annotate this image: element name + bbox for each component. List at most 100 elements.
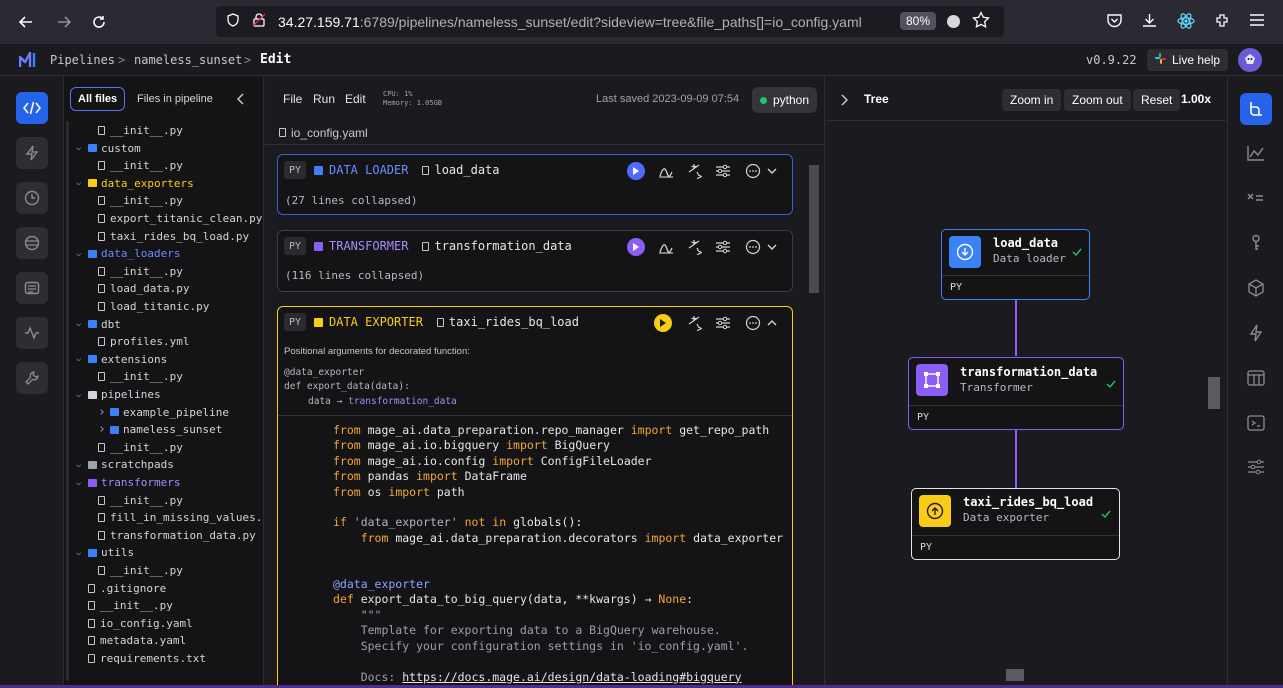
- editor-scrollbar[interactable]: [807, 149, 821, 685]
- block-data-exporter[interactable]: PY DATA EXPORTER taxi_rides_bq_load Posi…: [277, 306, 793, 688]
- chevron-down-icon[interactable]: ⌵: [76, 548, 88, 558]
- chart-icon[interactable]: [658, 163, 674, 179]
- avatar[interactable]: [1238, 48, 1262, 72]
- back-icon[interactable]: [12, 8, 40, 36]
- breadcrumb-pipelines[interactable]: Pipelines: [50, 53, 115, 67]
- folder-item[interactable]: ⌵ data_loaders: [76, 245, 180, 262]
- chevron-down-icon[interactable]: [766, 163, 782, 179]
- file-item[interactable]: fill_in_missing_values.py: [98, 509, 263, 526]
- open-file-name[interactable]: io_config.yaml: [291, 126, 368, 140]
- reader-icon[interactable]: [947, 15, 960, 28]
- chevron-right-icon[interactable]: ›: [98, 422, 110, 437]
- file-item[interactable]: metadata.yaml: [88, 632, 186, 649]
- folder-item[interactable]: ⌵ utils: [76, 544, 134, 561]
- secrets-key-icon[interactable]: [1240, 227, 1272, 259]
- pocket-icon[interactable]: [1106, 12, 1123, 34]
- url-bar[interactable]: 34.27.159.71:6789/pipelines/nameless_sun…: [216, 6, 1004, 37]
- settings-sliders-icon[interactable]: [1240, 451, 1272, 483]
- block-settings-cube-icon[interactable]: [1240, 272, 1272, 304]
- chevron-down-icon[interactable]: ⌵: [76, 178, 88, 188]
- folder-item[interactable]: ⌵ extensions: [76, 351, 167, 368]
- download-icon[interactable]: [1141, 12, 1158, 34]
- mage-logo-icon[interactable]: [18, 51, 39, 71]
- breadcrumb-pipeline-name[interactable]: nameless_sunset: [134, 53, 242, 67]
- block-name[interactable]: load_data: [434, 163, 499, 177]
- runs-clock-icon[interactable]: [16, 182, 48, 214]
- more-options-icon[interactable]: [745, 239, 761, 255]
- extensions-icon[interactable]: [1214, 12, 1231, 34]
- bookmark-star-icon[interactable]: [972, 10, 990, 34]
- collapse-panel-chevron-icon[interactable]: [236, 92, 246, 110]
- file-item[interactable]: __init__.py: [98, 122, 183, 139]
- file-item[interactable]: __init__.py: [98, 192, 183, 209]
- file-item[interactable]: __init__.py: [98, 562, 183, 579]
- block-name[interactable]: taxi_rides_bq_load: [449, 315, 579, 329]
- settings-wrench-icon[interactable]: [16, 362, 48, 394]
- monitor-pulse-icon[interactable]: [16, 317, 48, 349]
- chevron-down-icon[interactable]: [766, 239, 782, 255]
- kernel-status-button[interactable]: python: [752, 87, 818, 113]
- chevron-down-icon[interactable]: ⌵: [76, 319, 88, 329]
- menu-run[interactable]: Run: [313, 92, 335, 106]
- logs-terminal-icon[interactable]: [16, 272, 48, 304]
- file-item[interactable]: load_titanic.py: [98, 298, 209, 315]
- chevron-down-icon[interactable]: ⌵: [76, 390, 88, 400]
- settings-sliders-icon[interactable]: [715, 315, 731, 331]
- zoom-out-button[interactable]: Zoom out: [1064, 89, 1131, 111]
- file-item[interactable]: io_config.yaml: [88, 615, 193, 632]
- folder-item[interactable]: ⌵ transformers: [76, 474, 180, 491]
- terminal-icon[interactable]: [1240, 407, 1272, 439]
- ai-sparkle-icon[interactable]: [686, 239, 703, 256]
- block-transformer[interactable]: PY TRANSFORMER transformation_data (116 …: [277, 230, 793, 292]
- charts-icon[interactable]: [1240, 137, 1272, 169]
- hamburger-menu-icon[interactable]: [1249, 13, 1265, 32]
- variables-icon[interactable]: [1240, 182, 1272, 214]
- file-item[interactable]: __init__.py: [88, 597, 173, 614]
- chevron-up-icon[interactable]: [766, 315, 782, 331]
- more-options-icon[interactable]: [745, 163, 761, 179]
- file-item[interactable]: __init__.py: [98, 439, 183, 456]
- folder-item[interactable]: ⌵ pipelines: [76, 386, 161, 403]
- settings-sliders-icon[interactable]: [715, 239, 731, 255]
- block-name[interactable]: transformation_data: [434, 239, 571, 253]
- tab-all-files[interactable]: All files: [70, 87, 126, 111]
- file-item[interactable]: __init__.py: [98, 263, 183, 280]
- menu-file[interactable]: File: [283, 92, 302, 106]
- chart-icon[interactable]: [658, 239, 674, 255]
- tree-vertical-scrollbar[interactable]: [1206, 121, 1222, 667]
- zoom-badge[interactable]: 80%: [900, 12, 937, 30]
- reset-button[interactable]: Reset: [1133, 89, 1181, 111]
- settings-sliders-icon[interactable]: [715, 163, 731, 179]
- file-item[interactable]: load_data.py: [98, 280, 189, 297]
- table-icon[interactable]: [1240, 362, 1272, 394]
- triggers-lightning-icon[interactable]: [1240, 317, 1272, 349]
- file-tree-scrollbar[interactable]: [66, 121, 69, 681]
- more-options-icon[interactable]: [745, 315, 761, 331]
- tab-files-in-pipeline[interactable]: Files in pipeline: [130, 87, 220, 111]
- folder-item[interactable]: › example_pipeline: [98, 404, 229, 421]
- live-help-button[interactable]: Live help: [1147, 49, 1229, 71]
- chevron-down-icon[interactable]: ⌵: [76, 249, 88, 259]
- menu-edit[interactable]: Edit: [345, 92, 366, 106]
- run-block-button[interactable]: [627, 162, 645, 180]
- file-item[interactable]: .gitignore: [88, 580, 166, 597]
- tree-node-transformation-data[interactable]: transformation_data Transformer PY: [908, 357, 1124, 430]
- ai-sparkle-icon[interactable]: [686, 163, 703, 180]
- run-block-button[interactable]: [627, 238, 645, 256]
- file-item[interactable]: taxi_rides_bq_load.py: [98, 228, 249, 245]
- react-devtools-icon[interactable]: [1176, 11, 1196, 36]
- chevron-down-icon[interactable]: ⌵: [76, 478, 88, 488]
- file-item[interactable]: __init__.py: [98, 157, 183, 174]
- collapsed-lines[interactable]: (116 lines collapsed): [285, 269, 424, 282]
- chevron-right-icon[interactable]: ›: [98, 405, 110, 420]
- folder-item[interactable]: ⌵ custom: [76, 140, 141, 157]
- forward-icon[interactable]: [50, 8, 78, 36]
- upstream-block-link[interactable]: transformation_data: [348, 396, 457, 407]
- file-item[interactable]: __init__.py: [98, 368, 183, 385]
- collapse-sideview-chevron-icon[interactable]: [840, 93, 849, 111]
- folder-item[interactable]: ⌵ data_exporters: [76, 175, 194, 192]
- block-data-loader[interactable]: PY DATA LOADER load_data (27 lines colla…: [277, 154, 793, 215]
- file-item[interactable]: transformation_data.py: [98, 527, 256, 544]
- reload-icon[interactable]: [85, 8, 113, 36]
- tree-node-taxi-rides-bq-load[interactable]: taxi_rides_bq_load Data exporter PY: [911, 488, 1120, 560]
